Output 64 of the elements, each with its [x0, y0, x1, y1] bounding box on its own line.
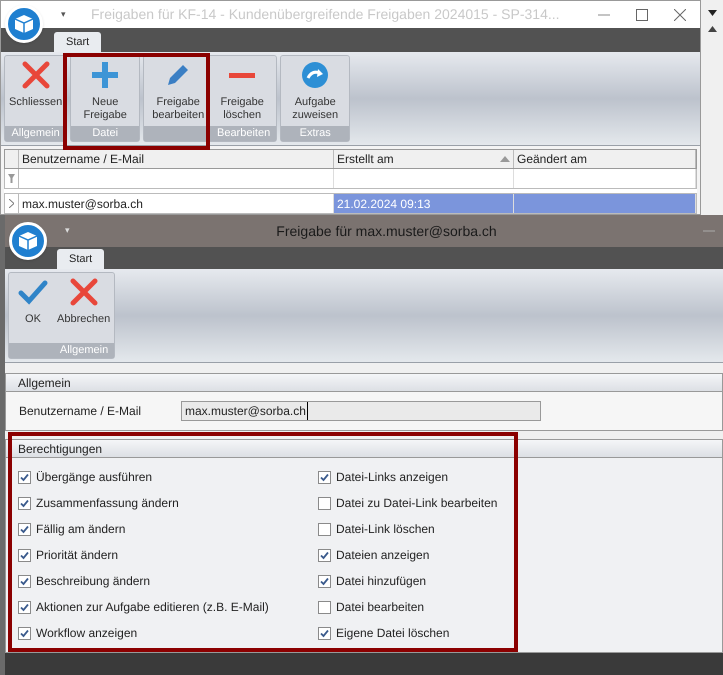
ribbon-button[interactable]: Neue Freigabe	[73, 60, 138, 126]
checkbox[interactable]	[318, 626, 331, 640]
close-icon	[68, 277, 99, 307]
checkbox[interactable]	[318, 548, 331, 562]
permission-checkbox[interactable]: Aktionen zur Aufgabe editieren (z.B. E-Mail)	[18, 594, 318, 620]
close-icon[interactable]	[674, 8, 686, 21]
checkbox[interactable]	[318, 496, 331, 510]
permission-checkbox[interactable]: Zusammenfassung ändern	[18, 490, 318, 516]
row-indicator-icon	[9, 199, 14, 208]
field-label: Benutzername / E-Mail	[19, 403, 142, 420]
permission-checkbox[interactable]: Datei bearbeiten	[318, 594, 518, 620]
ribbon-button[interactable]: Abbrechen	[55, 277, 112, 343]
permission-checkbox[interactable]: Fällig am ändern	[18, 516, 318, 542]
permission-checkbox[interactable]: Priorität ändern	[18, 542, 318, 568]
permission-checkbox[interactable]: Beschreibung ändern	[18, 568, 318, 594]
table-cell: 21.02.2024 09:13	[334, 194, 514, 213]
column-header[interactable]: Erstellt am	[334, 150, 514, 168]
table-row[interactable]: max.muster@sorba.ch 21.02.2024 09:13	[4, 193, 697, 214]
sort-ascending-icon	[500, 156, 510, 162]
filter-icon[interactable]	[8, 174, 15, 183]
dropdown-arrow-icon[interactable]	[708, 10, 716, 16]
permission-checkbox[interactable]: Workflow anzeigen	[18, 620, 318, 646]
ribbon-group-label: Datei	[71, 126, 140, 141]
scroll-up-icon[interactable]	[708, 26, 716, 32]
column-header[interactable]: Geändert am	[514, 150, 696, 168]
arrow-circle-icon	[300, 60, 330, 90]
checkbox[interactable]	[18, 470, 31, 484]
checkbox[interactable]	[18, 574, 31, 588]
checkbox[interactable]	[18, 496, 31, 510]
checkbox[interactable]	[318, 522, 331, 536]
permission-checkbox[interactable]: Dateien anzeigen	[318, 542, 518, 568]
ribbon-button[interactable]: Freigabe löschen	[210, 60, 274, 126]
ribbon-group-label: Allgemein	[9, 343, 114, 358]
ribbon-button[interactable]: Freigabe bearbeiten	[146, 60, 210, 126]
checkbox[interactable]	[18, 600, 31, 614]
ribbon-button[interactable]: Aufgabe zuweisen	[283, 60, 348, 126]
checkbox[interactable]	[318, 470, 331, 484]
quick-access-menu[interactable]: ▾	[61, 8, 91, 22]
window-title: Freigabe für max.muster@sorba.ch	[275, 222, 498, 241]
section-header: Allgemein	[6, 374, 722, 392]
ribbon-button[interactable]: Schliessen	[7, 60, 64, 126]
column-header[interactable]: Benutzername / E-Mail	[19, 150, 334, 168]
permission-checkbox[interactable]: Eigene Datei löschen	[318, 620, 518, 646]
close-icon	[20, 60, 51, 90]
minus-icon	[229, 72, 256, 78]
checkbox[interactable]	[318, 574, 331, 588]
maximize-icon[interactable]	[636, 8, 648, 21]
checkbox[interactable]	[18, 522, 31, 536]
email-field[interactable]: max.muster@sorba.ch	[181, 401, 541, 421]
checkbox[interactable]	[18, 626, 31, 640]
permission-checkbox[interactable]: Datei zu Datei-Link bearbeiten	[318, 490, 518, 516]
ribbon-tab[interactable]: Start	[57, 249, 104, 269]
ribbon-tab[interactable]: Start	[54, 32, 102, 52]
section-header: Berechtigungen	[6, 440, 722, 458]
ribbon-group-label: Extras	[281, 126, 350, 141]
checkbox[interactable]	[318, 600, 331, 614]
permission-checkbox[interactable]: Datei hinzufügen	[318, 568, 518, 594]
ribbon-button[interactable]: OK	[11, 277, 55, 343]
permission-checkbox[interactable]: Datei-Links anzeigen	[318, 464, 518, 490]
checkbox[interactable]	[18, 548, 31, 562]
permission-checkbox[interactable]: Datei-Link löschen	[318, 516, 518, 542]
plus-icon	[90, 60, 120, 90]
ribbon-group-label: Bearbeiten	[144, 126, 276, 141]
permission-checkbox[interactable]: Übergänge ausführen	[18, 464, 318, 490]
